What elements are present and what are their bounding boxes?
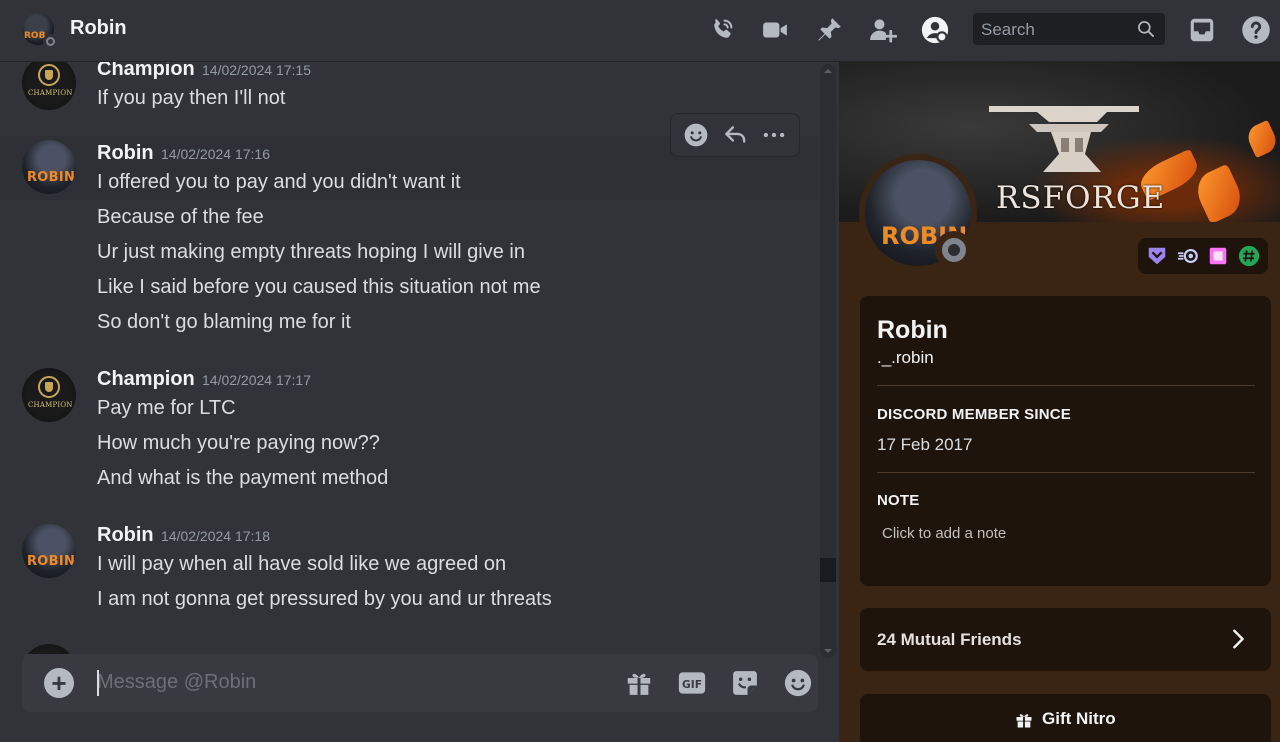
gift-icon [1016,714,1032,728]
message-text: If you pay then I'll not [97,87,286,109]
banner-text: RSFORGE [996,180,1166,216]
search-input[interactable]: Search [973,13,1165,45]
profile-info-card: Robin ._.robin DISCORD MEMBER SINCE 17 F… [860,296,1271,586]
message-hover-toolbar [670,113,800,157]
anvil-logo-icon [989,106,1139,172]
user-profile-panel: RSFORGE ROBIN Robin ._.robin DISCORD MEM… [839,62,1280,742]
mutual-friends-button[interactable]: 24 Mutual Friends [860,608,1271,671]
message-text: I offered you to pay and you didn't want… [97,171,461,193]
nitro-badge-icon[interactable] [1176,244,1200,268]
phone-call-icon[interactable] [705,13,739,47]
avatar-text: ROBIN [27,170,76,185]
flame-decoration [1243,119,1280,159]
message-text: Pay me for LTC [97,397,236,419]
message-text: I am not gonna get pressured by you and … [97,588,552,610]
upload-plus-icon[interactable]: + [44,668,74,698]
pin-icon[interactable] [812,13,846,47]
status-offline-icon [935,231,973,269]
author-name[interactable]: Champion [97,368,195,391]
gift-nitro-label: Gift Nitro [1042,709,1116,728]
crest-icon [38,376,60,398]
profile-toggle-icon[interactable] [918,13,952,47]
inbox-icon[interactable] [1185,13,1219,47]
profile-badges [1138,238,1268,274]
video-camera-icon[interactable] [758,13,792,47]
author-name[interactable]: Robin [97,142,154,165]
gift-nitro-button[interactable]: Gift Nitro [860,694,1271,742]
text-caret [97,670,99,696]
message-group[interactable]: ROBIN Robin 14/02/2024 17:16 I offered y… [0,136,818,336]
message-group[interactable]: CHAMPION Champion 14/02/2024 17:17 Pay m… [0,362,818,502]
more-icon[interactable] [761,122,787,148]
message-text: So don't go blaming me for it [97,311,351,333]
hypesquad-badge-icon[interactable] [1145,244,1169,268]
reply-icon[interactable] [722,122,748,148]
crest-icon [38,64,60,86]
message-timestamp: 14/02/2024 17:17 [202,372,311,388]
gif-icon[interactable]: GIF [676,667,708,699]
dm-header: ROB Robin Search [0,0,1280,62]
scrollbar-thumb[interactable] [820,558,836,582]
author-avatar[interactable]: ROBIN [22,140,76,194]
profile-display-name: Robin [877,316,948,344]
divider [877,472,1255,473]
message-text: And what is the payment method [97,467,389,489]
header-dm-name[interactable]: Robin [70,17,127,40]
author-name[interactable]: Champion [97,62,195,81]
boost-badge-icon[interactable] [1206,244,1230,268]
note-label: NOTE [877,492,920,509]
message-timestamp: 14/02/2024 17:16 [161,146,270,162]
member-since-label: DISCORD MEMBER SINCE [877,406,1072,423]
message-list: CHAMPION Champion 14/02/2024 17:15 If yo… [0,62,838,654]
search-placeholder: Search [981,20,1035,39]
sticker-icon[interactable] [729,667,761,699]
message-timestamp: 14/02/2024 17:15 [202,62,311,78]
message-timestamp: 14/02/2024 17:18 [161,528,270,544]
gift-icon[interactable] [623,667,655,699]
message-text: I will pay when all have sold like we ag… [97,553,507,575]
divider [877,385,1255,386]
active-developer-badge-icon[interactable] [1237,244,1261,268]
message-input-placeholder[interactable]: Message @Robin [97,671,256,694]
gif-label: GIF [682,678,702,691]
emoji-icon[interactable] [782,667,814,699]
status-offline-icon [43,34,57,48]
message-text: Because of the fee [97,206,264,228]
add-reaction-icon[interactable] [683,122,709,148]
avatar-text: CHAMPION [28,89,73,97]
flame-decoration [1190,163,1248,222]
scroll-down-icon[interactable] [822,646,834,656]
author-name[interactable]: Robin [97,524,154,547]
message-text: How much you're paying now?? [97,432,380,454]
note-input[interactable]: Click to add a note [882,525,1006,542]
message-text: Ur just making empty threats hoping I wi… [97,241,525,263]
author-avatar[interactable]: CHAMPION [22,62,76,110]
profile-username[interactable]: ._.robin [877,348,934,368]
author-avatar[interactable]: CHAMPION [22,368,76,422]
message-text: Like I said before you caused this situa… [97,276,541,298]
add-friend-icon[interactable] [865,13,899,47]
chevron-right-icon [1233,629,1244,649]
message-group[interactable]: ROBIN Robin 14/02/2024 17:18 I will pay … [0,518,818,618]
header-avatar[interactable]: ROB [22,13,57,48]
avatar-text: CHAMPION [28,401,73,409]
avatar-text: ROBIN [27,554,76,569]
member-since-value: 17 Feb 2017 [877,435,973,454]
help-icon[interactable] [1239,13,1273,47]
mutual-friends-label: 24 Mutual Friends [877,630,1022,649]
author-avatar[interactable]: ROBIN [22,524,76,578]
message-composer[interactable]: + Message @Robin GIF [22,654,818,712]
scroll-up-icon[interactable] [822,66,834,76]
search-icon [1138,21,1154,37]
author-avatar[interactable] [22,644,76,654]
